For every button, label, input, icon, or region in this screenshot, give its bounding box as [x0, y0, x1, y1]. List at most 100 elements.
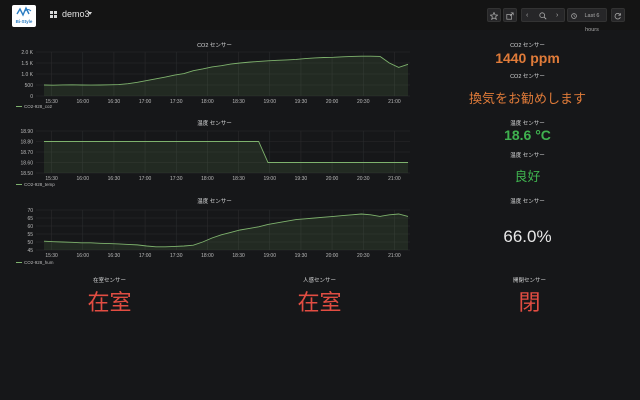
time-nav-group: ‹ ›: [521, 8, 565, 22]
x-tick-label: 15:30: [45, 253, 58, 259]
x-tick-label: 17:30: [170, 99, 183, 105]
co2-stat-value: 1440 ppm: [495, 50, 560, 66]
hum-chart-title: 温度 センサー: [197, 199, 232, 205]
y-tick-label: 60: [27, 224, 33, 230]
y-tick-label: 18.50: [20, 171, 33, 177]
x-tick-label: 17:00: [139, 176, 152, 182]
temp-legend[interactable]: CO2-928_temp: [16, 182, 55, 187]
dashboard-title[interactable]: demo3: [62, 9, 90, 19]
y-tick-label: 18.80: [20, 139, 33, 145]
top-navbar: Bi-Style demo3 ‹ › Last 6 hours: [0, 0, 640, 33]
co2-legend[interactable]: CO2-928_co2: [16, 104, 52, 109]
temp-stat-value: 18.6 °C: [504, 127, 551, 143]
temp-stat-title: 温度 センサー: [510, 121, 545, 127]
x-tick-label: 16:30: [108, 99, 121, 105]
y-tick-label: 45: [27, 248, 33, 254]
temp-legend-label: CO2-928_temp: [24, 182, 55, 187]
x-tick-label: 16:00: [76, 99, 89, 105]
temp-chart-title: 温度 センサー: [197, 121, 232, 127]
y-tick-label: 2.0 K: [21, 50, 33, 56]
x-tick-label: 19:00: [263, 253, 276, 259]
x-tick-label: 19:30: [295, 176, 308, 182]
x-tick-label: 17:30: [170, 253, 183, 259]
y-tick-label: 55: [27, 232, 33, 238]
co2-legend-label: CO2-928_co2: [24, 104, 53, 109]
zoom-out-icon[interactable]: [539, 12, 547, 20]
presence-title: 在室センサー: [92, 278, 126, 284]
chevron-right-icon[interactable]: ›: [556, 9, 558, 23]
refresh-icon: [614, 13, 621, 20]
chevron-down-icon[interactable]: [88, 12, 92, 15]
co2-advice-title: CO2 センサー: [510, 74, 545, 80]
y-tick-label: 50: [27, 240, 33, 246]
x-tick-label: 21:00: [388, 176, 401, 182]
brand-logo[interactable]: Bi-Style: [12, 5, 36, 27]
co2-stat-title: CO2 センサー: [510, 43, 545, 49]
legend-swatch: [16, 262, 22, 264]
presence-value: 在室: [87, 290, 132, 315]
hum-legend[interactable]: CO2-928_hum: [16, 260, 54, 265]
star-icon: [489, 11, 499, 21]
hum-chart[interactable]: 70 65 60 55 50 45 15:30 16:00 16:30 17:00 17:30 18:…: [10, 206, 412, 260]
x-tick-label: 21:00: [388, 253, 401, 259]
y-tick-label: 70: [27, 208, 33, 214]
legend-swatch: [16, 184, 22, 186]
y-tick-label: 1.5 K: [21, 61, 33, 67]
x-tick-label: 17:30: [170, 176, 183, 182]
hum-stat-value: 66.0%: [503, 227, 552, 246]
star-button[interactable]: [487, 8, 501, 22]
y-tick-label: 18.70: [20, 150, 33, 156]
x-tick-label: 16:00: [76, 176, 89, 182]
legend-swatch: [16, 106, 22, 108]
refresh-button[interactable]: [611, 8, 625, 22]
x-tick-label: 20:00: [326, 176, 339, 182]
logo-wave-icon: [16, 6, 32, 17]
x-tick-label: 18:00: [201, 99, 214, 105]
x-tick-label: 20:00: [326, 253, 339, 259]
co2-advice-text: 換気をお勧めします: [468, 91, 586, 106]
door-title: 開閉センサー: [512, 278, 546, 284]
time-range-picker[interactable]: Last 6 hours: [567, 8, 607, 33]
temp-chart[interactable]: 18.9018.8018.7018.6018.5015:30 16:00 16:30…: [10, 127, 412, 183]
x-tick-label: 18:30: [232, 176, 245, 182]
co2-chart[interactable]: 2.0 K1.5 K1.0 K500015:30 16:00 16:30 17:00 1…: [10, 48, 412, 106]
x-tick-label: 16:30: [108, 253, 121, 259]
x-tick-label: 20:30: [357, 253, 370, 259]
series-area: [44, 214, 408, 250]
x-tick-label: 21:00: [388, 99, 401, 105]
y-tick-label: 0: [30, 94, 33, 100]
x-tick-label: 19:30: [295, 99, 308, 105]
x-tick-label: 17:00: [139, 99, 152, 105]
y-tick-label: 65: [27, 216, 33, 222]
x-tick-label: 19:30: [295, 253, 308, 259]
x-tick-label: 18:30: [232, 99, 245, 105]
motion-value: 在室: [297, 290, 342, 315]
share-icon: [506, 12, 514, 20]
dashboard-grid-icon[interactable]: [50, 11, 58, 19]
door-value: 閉: [518, 290, 541, 315]
x-tick-label: 20:30: [357, 99, 370, 105]
share-button[interactable]: [503, 8, 517, 22]
hum-legend-label: CO2-928_hum: [24, 260, 54, 265]
series-area: [44, 56, 408, 96]
x-tick-label: 19:00: [263, 176, 276, 182]
x-tick-label: 17:00: [139, 253, 152, 259]
series-area: [44, 141, 408, 173]
y-tick-label: 18.90: [20, 129, 33, 135]
x-tick-label: 16:00: [76, 253, 89, 259]
y-tick-label: 500: [25, 83, 34, 89]
y-tick-label: 1.0 K: [21, 72, 33, 78]
temp-status-title: 温度 センサー: [510, 153, 545, 159]
hum-stat-title: 温度 センサー: [510, 199, 545, 205]
clock-icon: [571, 13, 577, 19]
x-tick-label: 16:30: [108, 176, 121, 182]
x-tick-label: 18:00: [201, 253, 214, 259]
x-tick-label: 20:00: [326, 99, 339, 105]
y-tick-label: 18.60: [20, 160, 33, 166]
x-tick-label: 19:00: [263, 99, 276, 105]
x-tick-label: 18:30: [232, 253, 245, 259]
x-tick-label: 20:30: [357, 176, 370, 182]
x-tick-label: 18:00: [201, 176, 214, 182]
motion-title: 人感センサー: [302, 278, 336, 284]
chevron-left-icon[interactable]: ‹: [526, 9, 528, 23]
